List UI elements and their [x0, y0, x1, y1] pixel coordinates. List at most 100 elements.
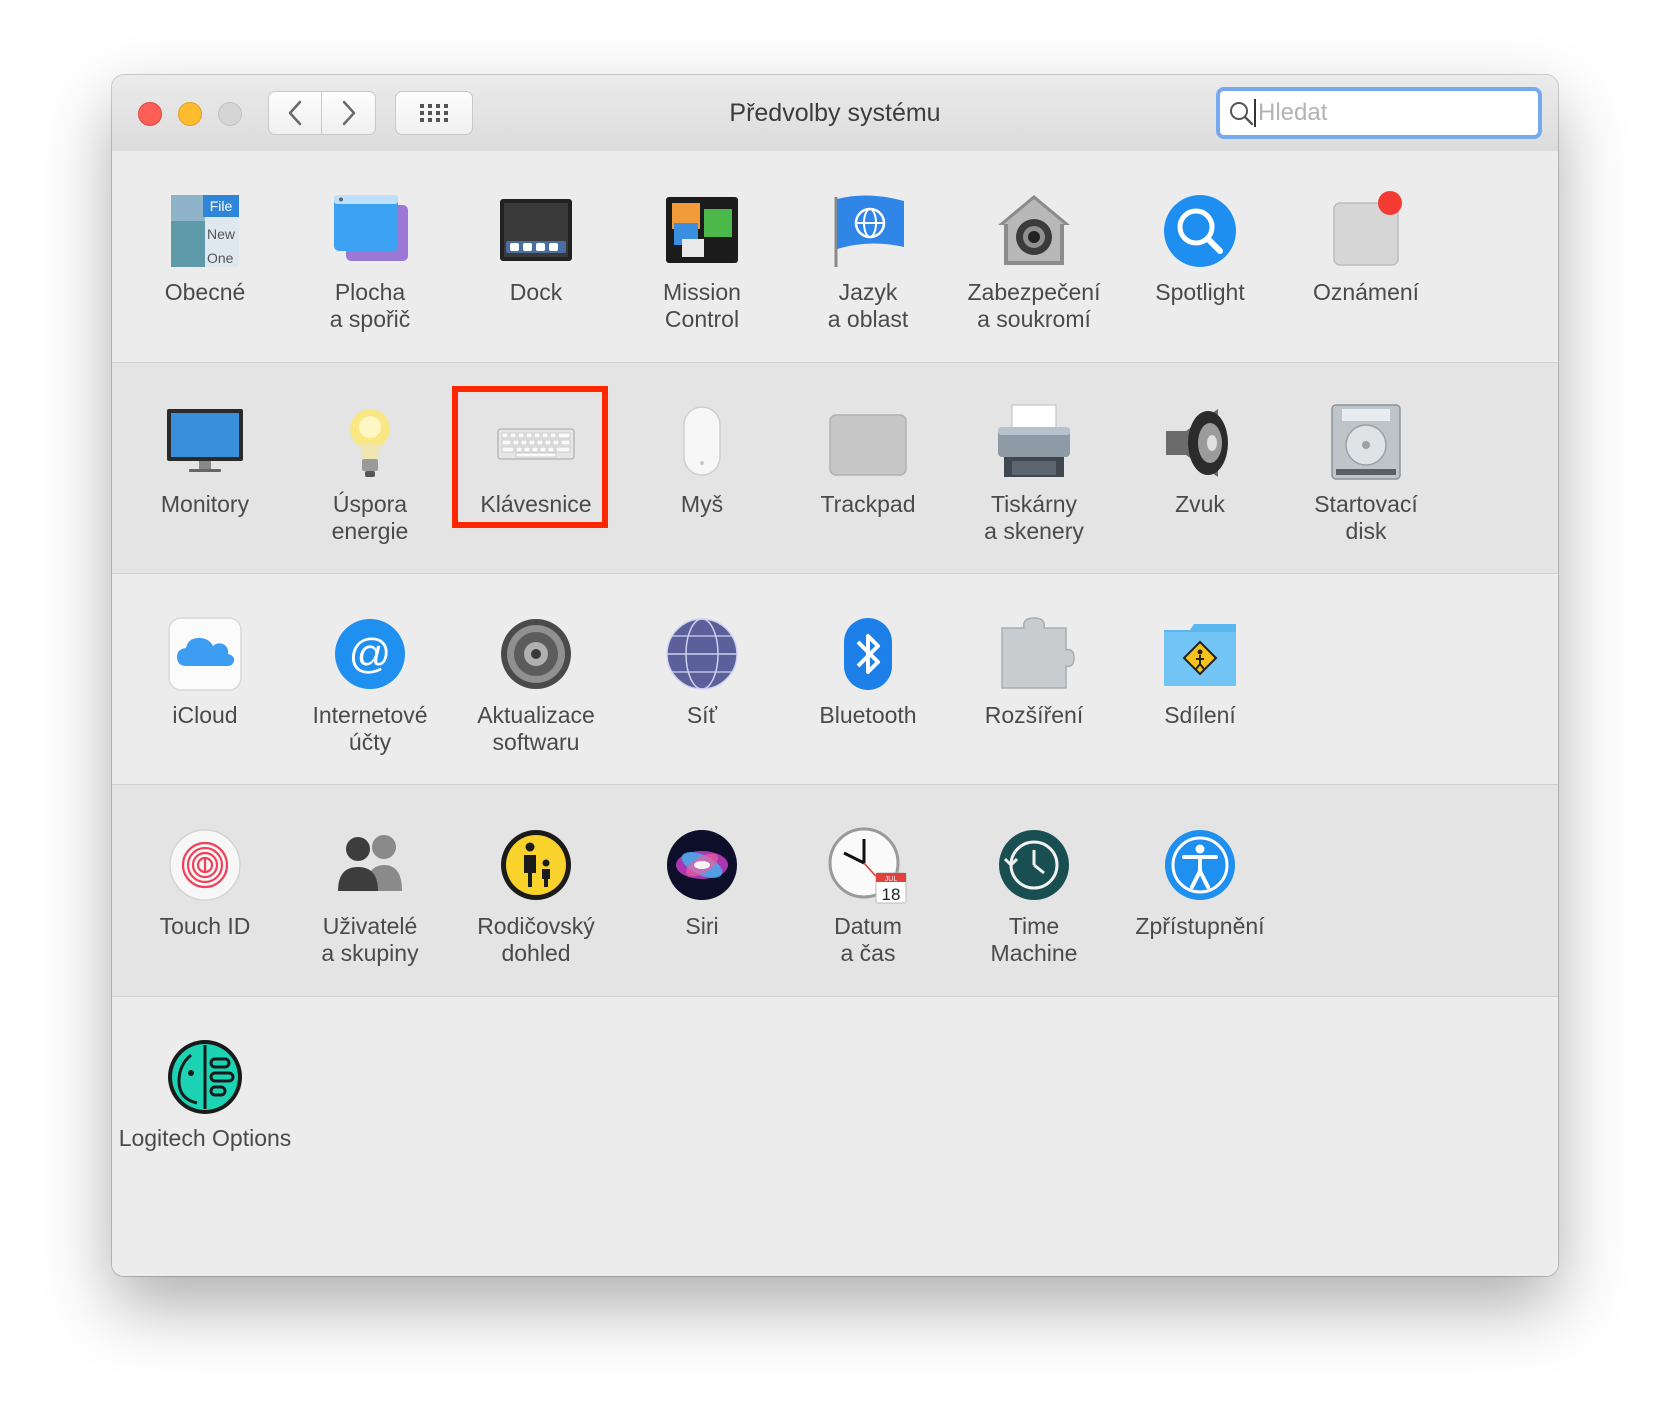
general-icon: File New One — [165, 191, 245, 271]
search-field[interactable] — [1216, 87, 1542, 139]
forward-button[interactable] — [322, 91, 376, 135]
display-icon — [165, 403, 245, 483]
notifications-icon — [1326, 191, 1406, 271]
pref-label: Zpřístupnění — [1135, 913, 1265, 939]
pref-label: iCloud — [172, 702, 238, 728]
icloud-icon — [165, 614, 245, 694]
pref-siri[interactable]: Siri — [614, 785, 790, 965]
pref-monitory[interactable]: Monitory — [117, 363, 293, 543]
preferences-row-1: File New One Obecné Plocha a spořič Dock… — [112, 151, 1558, 363]
time-machine-icon — [994, 825, 1074, 905]
svg-text:One: One — [207, 250, 234, 266]
pref-label: Logitech Options — [118, 1125, 292, 1151]
pref-icloud[interactable]: iCloud — [117, 574, 293, 754]
chevron-right-icon — [342, 100, 355, 126]
pref-uzivatele[interactable]: Uživatelé a skupiny — [282, 785, 458, 966]
pref-label: Úspora energie — [331, 491, 409, 544]
language-region-icon — [828, 191, 908, 271]
pref-logitech-options[interactable]: Logitech Options — [117, 997, 293, 1177]
pref-label: Uživatelé a skupiny — [321, 913, 419, 966]
pref-label: Datum a čas — [834, 913, 902, 966]
svg-text:JUL: JUL — [885, 876, 898, 883]
preferences-row-4: Touch ID Uživatelé a skupiny Rodičovský … — [112, 785, 1558, 997]
title-bar: Předvolby systému — [112, 75, 1558, 152]
pref-label: Dock — [509, 279, 563, 305]
at-sign-icon: @ — [330, 614, 410, 694]
chevron-left-icon — [288, 100, 302, 126]
pref-klavesnice[interactable]: Klávesnice — [448, 363, 624, 543]
pref-zabezpeceni[interactable]: Zabezpečení a soukromí — [946, 151, 1122, 332]
bluetooth-icon — [828, 614, 908, 694]
spotlight-icon — [1160, 191, 1240, 271]
pref-label: Time Machine — [990, 913, 1078, 966]
back-button[interactable] — [268, 91, 322, 135]
pref-label: Siri — [685, 913, 719, 939]
pref-label: Internetové účty — [312, 702, 428, 755]
svg-text:New: New — [207, 226, 236, 242]
desktop-screensaver-icon — [330, 191, 410, 271]
search-icon — [1230, 102, 1254, 126]
siri-icon — [662, 825, 742, 905]
pref-label: Rodičovský dohled — [477, 913, 595, 966]
users-groups-icon — [330, 825, 410, 905]
pref-tiskarny[interactable]: Tiskárny a skenery — [946, 363, 1122, 544]
pref-plocha[interactable]: Plocha a spořič — [282, 151, 458, 332]
pref-obecne[interactable]: File New One Obecné — [117, 151, 293, 331]
preferences-row-other: Logitech Options — [112, 997, 1558, 1276]
network-globe-icon — [662, 614, 742, 694]
pref-label: Spotlight — [1155, 279, 1245, 305]
pref-zpristupneni[interactable]: Zpřístupnění — [1112, 785, 1288, 965]
pref-mission-control[interactable]: Mission Control — [614, 151, 790, 332]
pref-zvuk[interactable]: Zvuk — [1112, 363, 1288, 543]
svg-text:18: 18 — [882, 885, 901, 904]
pref-spotlight[interactable]: Spotlight — [1112, 151, 1288, 331]
show-all-button[interactable] — [395, 91, 473, 135]
svg-text:File: File — [210, 198, 233, 214]
pref-internetove[interactable]: @ Internetové účty — [282, 574, 458, 755]
dock-icon — [496, 191, 576, 271]
accessibility-icon — [1160, 825, 1240, 905]
pref-aktualizace[interactable]: Aktualizace softwaru — [448, 574, 624, 755]
software-update-gear-icon — [496, 614, 576, 694]
pref-label: Zabezpečení a soukromí — [967, 279, 1101, 332]
pref-rozsireni[interactable]: Rozšíření — [946, 574, 1122, 754]
pref-oznameni[interactable]: Oznámení — [1278, 151, 1454, 331]
pref-sdileni[interactable]: Sdílení — [1112, 574, 1288, 754]
preferences-row-2: Monitory Úspora energie Klávesnice Myš T… — [112, 363, 1558, 574]
energy-bulb-icon — [330, 403, 410, 483]
pref-mys[interactable]: Myš — [614, 363, 790, 543]
pref-label: Startovací disk — [1314, 491, 1418, 544]
pref-jazyk[interactable]: Jazyk a oblast — [780, 151, 956, 332]
pref-label: Aktualizace softwaru — [477, 702, 595, 755]
pref-label: Síť — [686, 702, 718, 728]
search-input[interactable] — [1256, 99, 1528, 127]
pref-label: Myš — [680, 491, 724, 517]
printer-icon — [994, 403, 1074, 483]
pref-dock[interactable]: Dock — [448, 151, 624, 331]
pref-uspora[interactable]: Úspora energie — [282, 363, 458, 544]
pref-label: Oznámení — [1312, 279, 1420, 305]
trackpad-icon — [828, 403, 908, 483]
pref-touchid[interactable]: Touch ID — [117, 785, 293, 965]
hard-disk-icon — [1326, 403, 1406, 483]
pref-label: Klávesnice — [480, 491, 592, 517]
pref-trackpad[interactable]: Trackpad — [780, 363, 956, 543]
logitech-options-icon — [165, 1037, 245, 1117]
house-lock-icon — [994, 191, 1074, 271]
svg-text:@: @ — [349, 630, 392, 677]
pref-label: Monitory — [160, 491, 250, 517]
grid-icon — [420, 104, 448, 122]
parental-controls-icon — [496, 825, 576, 905]
pref-sit[interactable]: Síť — [614, 574, 790, 754]
pref-label: Sdílení — [1164, 702, 1236, 728]
pref-bluetooth[interactable]: Bluetooth — [780, 574, 956, 754]
pref-label: Plocha a spořič — [329, 279, 411, 332]
pref-startovaci[interactable]: Startovací disk — [1278, 363, 1454, 544]
pref-rodicovsky[interactable]: Rodičovský dohled — [448, 785, 624, 966]
pref-label: Tiskárny a skenery — [984, 491, 1084, 544]
pref-timemachine[interactable]: Time Machine — [946, 785, 1122, 966]
pref-datum[interactable]: JUL 18 Datum a čas — [780, 785, 956, 966]
pref-label: Mission Control — [663, 279, 741, 332]
sharing-folder-icon — [1160, 614, 1240, 694]
pref-label: Touch ID — [159, 913, 251, 939]
